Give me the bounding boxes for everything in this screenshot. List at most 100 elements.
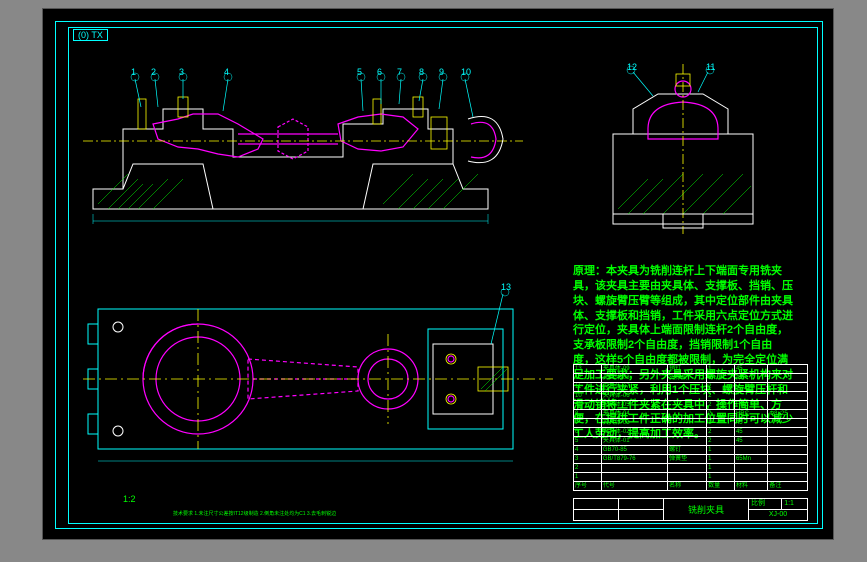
- title-block: 铣削夹具 比例 1:1 XJ-00: [573, 498, 808, 521]
- bom-cell: 2: [574, 464, 602, 473]
- side-view: [603, 64, 768, 234]
- balloon-1: 1: [131, 67, 136, 77]
- bom-cell: GB70-85: [601, 446, 667, 455]
- balloon-12: 12: [627, 62, 637, 72]
- bom-cell: HRC: [734, 410, 767, 419]
- bom-cell: 2: [707, 401, 735, 410]
- bom-header-name: 名称: [668, 482, 707, 491]
- bom-cell: 1: [707, 419, 735, 428]
- sheet-tag: (0) TX: [73, 29, 108, 41]
- bom-cell: 弹簧垫: [668, 455, 707, 464]
- bom-cell: [668, 410, 707, 419]
- cad-window: (0) TX: [0, 0, 867, 562]
- bom-cell: [768, 446, 808, 455]
- bom-cell: [668, 428, 707, 437]
- bom-cell: [768, 464, 808, 473]
- bom-cell: 1: [707, 473, 735, 482]
- bom-cell: [734, 473, 767, 482]
- bom-cell: 1: [707, 455, 735, 464]
- bom-cell: [734, 446, 767, 455]
- bom-cell: [734, 392, 767, 401]
- bom-cell: 7: [574, 419, 602, 428]
- bom-cell: 45: [734, 419, 767, 428]
- bom-cell: 12: [574, 374, 602, 383]
- scale-label: 1:2: [123, 494, 136, 504]
- bom-header-qty: 数量: [707, 482, 735, 491]
- bom-header-code: 代号: [601, 482, 667, 491]
- bom-header-note: 备注: [768, 482, 808, 491]
- bom-cell: Φ8×25: [768, 410, 808, 419]
- bom-cell: 45: [734, 437, 767, 446]
- bom-cell: [601, 464, 667, 473]
- balloon-5: 5: [357, 67, 362, 77]
- bom-cell: 1: [574, 473, 602, 482]
- bom-cell: [668, 383, 707, 392]
- bom-cell: 45: [734, 365, 767, 374]
- scale-key: 比例: [749, 499, 782, 510]
- bom-cell: 8: [574, 410, 602, 419]
- bom-cell: 10: [574, 392, 602, 401]
- bom-cell: [768, 455, 808, 464]
- bom-cell: 螺钉: [668, 446, 707, 455]
- bom-cell: 45: [734, 428, 767, 437]
- bom-cell: [768, 374, 808, 383]
- drawing-number: XJ-00: [749, 510, 808, 521]
- bom-cell: [768, 428, 808, 437]
- bom-cell: 销钉: [668, 365, 707, 374]
- bom-cell: 1: [707, 374, 735, 383]
- bom-cell: [668, 437, 707, 446]
- bom-cell: 65Mn: [734, 455, 767, 464]
- bom-header-mat: 材料: [734, 482, 767, 491]
- bom-cell: 2: [707, 428, 735, 437]
- bom-cell: 2: [707, 383, 735, 392]
- bom-cell: 1: [707, 365, 735, 374]
- bom-cell: 2: [707, 410, 735, 419]
- bom-cell: [668, 401, 707, 410]
- bom-cell: [668, 392, 707, 401]
- bom-cell: 45: [734, 374, 767, 383]
- bom-cell: 4: [574, 446, 602, 455]
- bom-cell: 夹具体-08: [601, 374, 667, 383]
- balloon-7: 7: [397, 67, 402, 77]
- bom-cell: [768, 419, 808, 428]
- bom-cell: [668, 464, 707, 473]
- balloon-11: 11: [706, 62, 715, 72]
- bom-cell: 3: [574, 455, 602, 464]
- drawing-canvas[interactable]: (0) TX: [42, 8, 834, 540]
- bom-cell: [668, 419, 707, 428]
- front-elevation-view: [83, 69, 523, 229]
- bom-cell: 13: [574, 365, 602, 374]
- bom-cell: GB/T879-76: [601, 455, 667, 464]
- bom-cell: [768, 392, 808, 401]
- bom-cell: [768, 473, 808, 482]
- bom-cell: 夹具体-01: [601, 437, 667, 446]
- bom-cell: [768, 365, 808, 374]
- bom-cell: [768, 401, 808, 410]
- balloon-13: 13: [501, 282, 511, 292]
- bom-cell: 6: [574, 428, 602, 437]
- balloon-6: 6: [377, 67, 382, 77]
- balloon-8: 8: [419, 67, 424, 77]
- bom-cell: 11: [574, 383, 602, 392]
- balloon-3: 3: [179, 67, 184, 77]
- bom-cell: 9: [574, 401, 602, 410]
- bom-cell: 夹具体-06: [601, 392, 667, 401]
- bom-table: 13夹具体-09销钉14512夹具体-08支撑板14511夹具体-07210夹具…: [573, 364, 808, 491]
- bom-cell: 2: [707, 392, 735, 401]
- bom-cell: [601, 473, 667, 482]
- bom-cell: 夹具体-09: [601, 365, 667, 374]
- drawing-name: 铣削夹具: [664, 499, 749, 521]
- bom-cell: [668, 473, 707, 482]
- bom-cell: 5: [574, 437, 602, 446]
- bom-cell: 夹具体-02: [601, 428, 667, 437]
- bom-cell: [768, 437, 808, 446]
- bom-cell: [734, 464, 767, 473]
- bom-cell: 夹具体-04: [601, 410, 667, 419]
- balloon-4: 4: [224, 67, 229, 77]
- bom-cell: [768, 383, 808, 392]
- bom-cell: [734, 383, 767, 392]
- bom-cell: HRC: [734, 401, 767, 410]
- bom-cell: 1: [707, 446, 735, 455]
- balloon-9: 9: [439, 67, 444, 77]
- bom-cell: 夹具体-05: [601, 401, 667, 410]
